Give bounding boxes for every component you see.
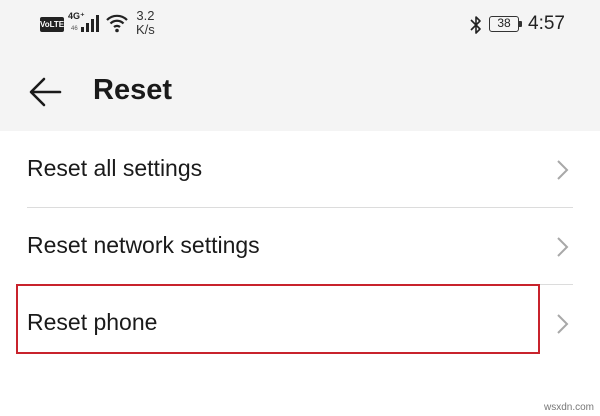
network-sub-label: 46 [71,26,78,32]
chevron-right-icon [557,160,569,180]
reset-network-settings-item[interactable]: Reset network settings [0,208,600,284]
page-title: Reset [93,74,172,106]
chevron-right-icon [557,314,569,334]
reset-phone-label: Reset phone [27,309,158,335]
status-clock: 4:57 [528,13,565,34]
back-button[interactable] [24,72,68,112]
status-bar: VoLTE 4G⁺ 46 3.2 K/s 38 4:57 [0,0,600,44]
signal-strength-icon [81,15,99,32]
reset-phone-item[interactable]: Reset phone [0,285,600,361]
volte-badge: VoLTE [40,17,64,32]
chevron-right-icon [557,237,569,257]
speed-value: 3.2 [136,8,155,23]
network-speed: 3.2 K/s [136,9,155,37]
bluetooth-icon [470,16,481,34]
battery-icon: 38 [489,16,519,32]
battery-cap [519,21,522,27]
back-arrow-icon [29,77,62,107]
speed-unit: K/s [136,22,155,37]
reset-all-settings-item[interactable]: Reset all settings [0,131,600,207]
wifi-icon [106,14,128,33]
reset-all-settings-label: Reset all settings [27,155,203,181]
reset-network-settings-label: Reset network settings [27,232,260,258]
watermark: wsxdn.com [543,402,594,413]
